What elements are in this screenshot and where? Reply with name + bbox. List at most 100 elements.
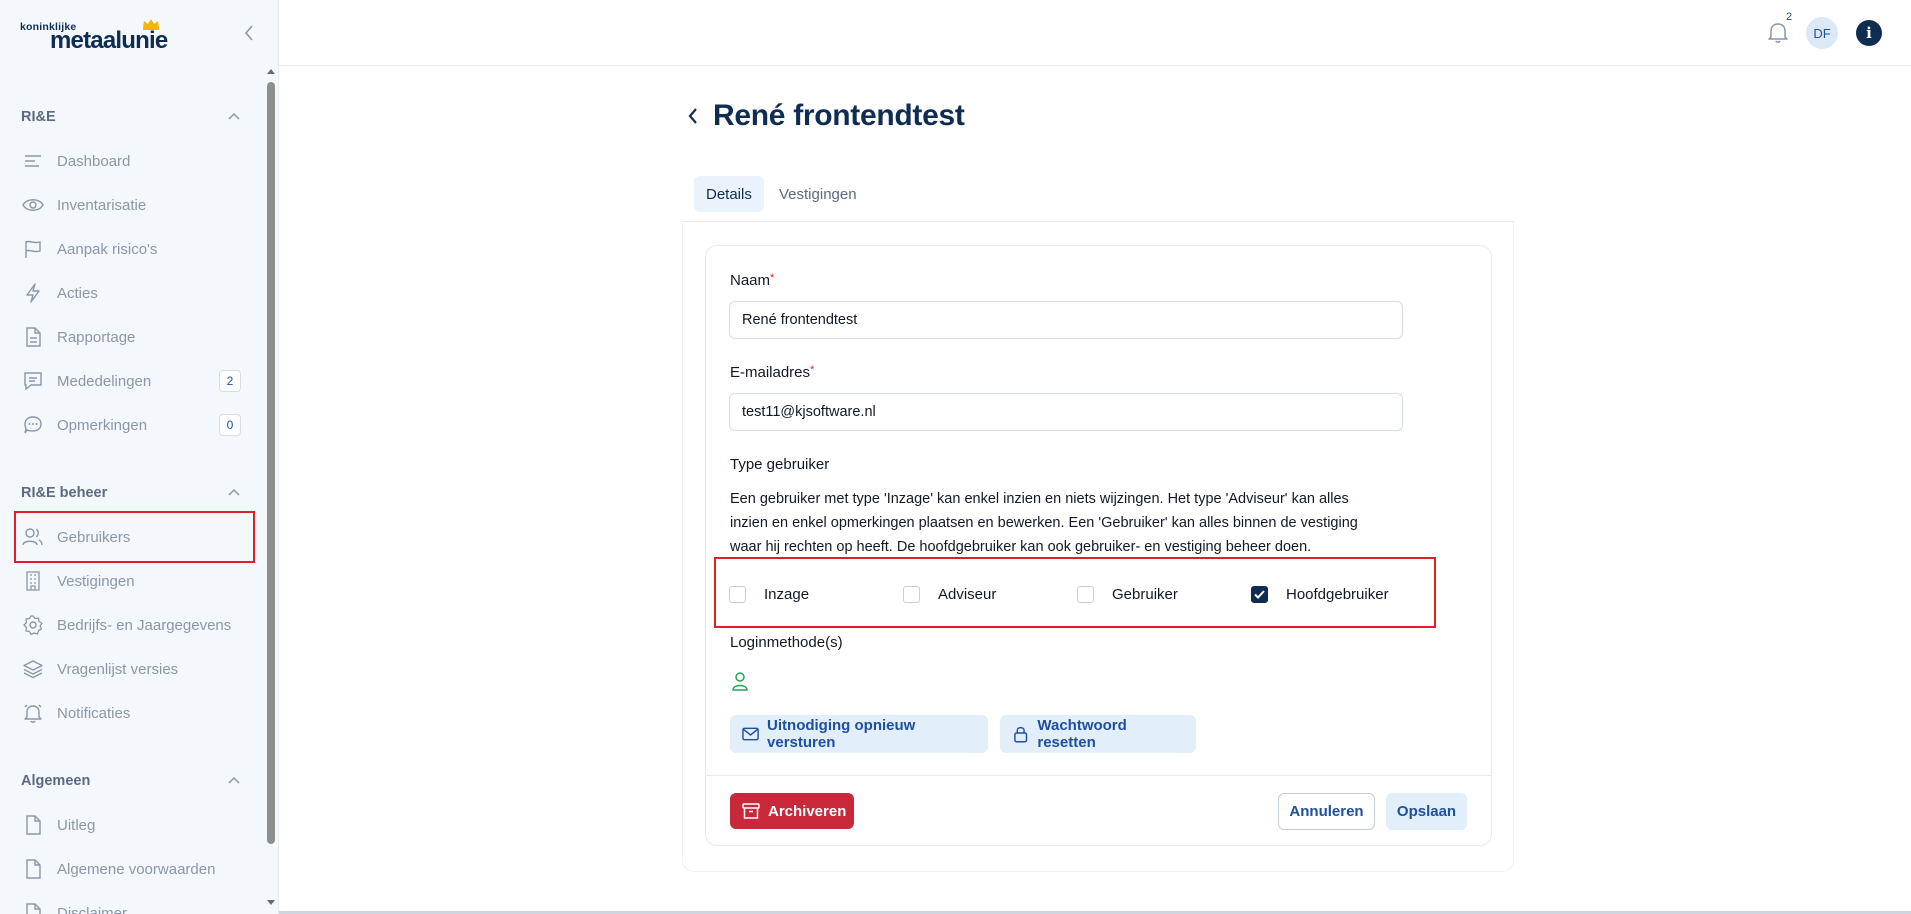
section-algemeen[interactable]: Algemeen xyxy=(21,769,241,793)
notification-count: 2 xyxy=(1786,11,1793,23)
page-header: René frontendtest xyxy=(683,96,965,136)
chevron-up-icon xyxy=(228,776,240,784)
sidebar-item-vragenlijst-versies[interactable]: Vragenlijst versies xyxy=(21,652,241,686)
bell-icon xyxy=(21,701,45,725)
sidebar-item-rapportage[interactable]: Rapportage xyxy=(21,320,241,354)
user-icon xyxy=(732,672,748,691)
sidebar-item-label: Inventarisatie xyxy=(57,196,147,214)
sidebar-item-label: Vragenlijst versies xyxy=(57,660,179,678)
sidebar-item-notificaties[interactable]: Notificaties xyxy=(21,696,241,730)
section-title: RI&E xyxy=(21,109,56,125)
chevron-left-icon xyxy=(244,25,253,41)
gear-icon xyxy=(21,613,45,637)
info-icon[interactable]: i xyxy=(1856,20,1882,46)
crown-icon xyxy=(143,19,159,30)
archive-label: Archiveren xyxy=(768,802,847,820)
section-rie-beheer[interactable]: RI&E beheer xyxy=(21,481,241,505)
sidebar-item-label: Mededelingen xyxy=(57,372,152,390)
sidebar-item-label: Notificaties xyxy=(57,704,131,722)
building-icon xyxy=(21,569,45,593)
sidebar-item-acties[interactable]: Acties xyxy=(21,276,241,310)
chevron-up-icon xyxy=(228,112,240,120)
chevron-up-icon xyxy=(228,488,240,496)
sidebar-item-label: Uitleg xyxy=(57,816,96,834)
chevron-left-icon xyxy=(688,108,697,124)
sidebar-item-algemene-voorwaarden[interactable]: Algemene voorwaarden xyxy=(21,852,241,886)
archive-icon xyxy=(742,803,760,819)
lightning-icon xyxy=(21,281,45,305)
sidebar-item-dashboard[interactable]: Dashboard xyxy=(21,144,241,178)
sidebar-item-label: Bedrijfs- en Jaargegevens xyxy=(57,616,232,634)
section-rie[interactable]: RI&E xyxy=(21,105,241,129)
archive-button[interactable]: Archiveren xyxy=(730,793,854,829)
topbar xyxy=(279,0,1911,66)
collapse-sidebar-button[interactable] xyxy=(238,20,260,46)
sidebar-item-bedrijfsgegevens[interactable]: Bedrijfs- en Jaargegevens xyxy=(21,608,241,642)
section-title: RI&E beheer xyxy=(21,485,108,501)
sidebar-item-label: Disclaimer xyxy=(57,904,128,914)
sidebar: koninklijke metaalunie RI&E Dashboard In… xyxy=(0,0,279,914)
lock-icon xyxy=(1014,726,1028,743)
sidebar-scrollbar[interactable] xyxy=(265,66,277,910)
scroll-down-arrow-icon[interactable] xyxy=(267,898,275,906)
sidebar-item-label: Aanpak risico's xyxy=(57,240,158,258)
tab-bar: Details Vestigingen xyxy=(682,172,1514,222)
flag-icon xyxy=(21,237,45,261)
count-badge: 0 xyxy=(219,414,241,436)
sidebar-item-mededelingen[interactable]: Mededelingen 2 xyxy=(21,364,241,398)
card-divider xyxy=(706,775,1491,776)
required-marker: * xyxy=(810,364,815,376)
name-input[interactable] xyxy=(729,301,1403,339)
sidebar-item-inventarisatie[interactable]: Inventarisatie xyxy=(21,188,241,222)
email-input[interactable] xyxy=(729,393,1403,431)
highlight-gebruikers xyxy=(14,511,255,563)
sidebar-item-label: Vestigingen xyxy=(57,572,135,590)
section-title: Algemeen xyxy=(21,773,91,789)
bell-icon xyxy=(1768,23,1788,43)
sidebar-item-label: Acties xyxy=(57,284,98,302)
scroll-up-arrow-icon[interactable] xyxy=(267,68,275,76)
resend-invite-button[interactable]: Uitnodiging opnieuw versturen xyxy=(730,715,988,753)
sidebar-item-label: Algemene voorwaarden xyxy=(57,860,216,878)
sidebar-item-opmerkingen[interactable]: Opmerkingen 0 xyxy=(21,408,241,442)
avatar[interactable]: DF xyxy=(1806,17,1838,49)
type-label: Type gebruiker xyxy=(730,456,830,473)
comment-icon xyxy=(21,413,45,437)
tab-vestigingen[interactable]: Vestigingen xyxy=(767,176,869,212)
page-title: René frontendtest xyxy=(713,99,965,132)
dashboard-icon xyxy=(21,149,45,173)
sidebar-item-disclaimer[interactable]: Disclaimer xyxy=(21,896,241,914)
tab-details[interactable]: Details xyxy=(694,176,764,212)
sidebar-item-label: Dashboard xyxy=(57,152,131,170)
notifications-button[interactable] xyxy=(1766,20,1790,44)
email-label-text: E-mailadres xyxy=(730,364,811,381)
sidebar-item-label: Opmerkingen xyxy=(57,416,148,434)
cancel-button[interactable]: Annuleren xyxy=(1278,793,1375,830)
resend-invite-label: Uitnodiging opnieuw versturen xyxy=(767,717,916,751)
count-badge: 2 xyxy=(219,370,241,392)
document-icon xyxy=(21,857,45,881)
save-button[interactable]: Opslaan xyxy=(1386,793,1467,830)
sidebar-item-uitleg[interactable]: Uitleg xyxy=(21,808,241,842)
document-icon xyxy=(21,813,45,837)
sidebar-item-label: Rapportage xyxy=(57,328,136,346)
required-marker: * xyxy=(770,272,775,284)
document-icon xyxy=(21,325,45,349)
name-label: Naam* xyxy=(730,272,774,289)
highlight-type-gebruiker xyxy=(714,557,1436,628)
scrollbar-thumb[interactable] xyxy=(267,82,275,844)
logo-line2: metaalunie xyxy=(50,27,168,54)
reset-password-button[interactable]: Wachtwoord resetten xyxy=(1000,715,1196,753)
type-help-text: Een gebruiker met type 'Inzage' kan enke… xyxy=(730,491,1358,555)
login-methods-label: Loginmethode(s) xyxy=(730,634,843,651)
logo[interactable]: koninklijke metaalunie xyxy=(20,18,170,54)
app: koninklijke metaalunie RI&E Dashboard In… xyxy=(0,0,1911,914)
back-button[interactable] xyxy=(683,103,703,129)
sidebar-item-aanpak-risicos[interactable]: Aanpak risico's xyxy=(21,232,241,266)
reset-password-label: Wachtwoord resetten xyxy=(1037,717,1127,751)
layers-icon xyxy=(21,657,45,681)
document-icon xyxy=(21,901,45,914)
mail-icon xyxy=(742,727,759,741)
sidebar-item-vestigingen[interactable]: Vestigingen xyxy=(21,564,241,598)
name-label-text: Naam xyxy=(730,272,771,289)
